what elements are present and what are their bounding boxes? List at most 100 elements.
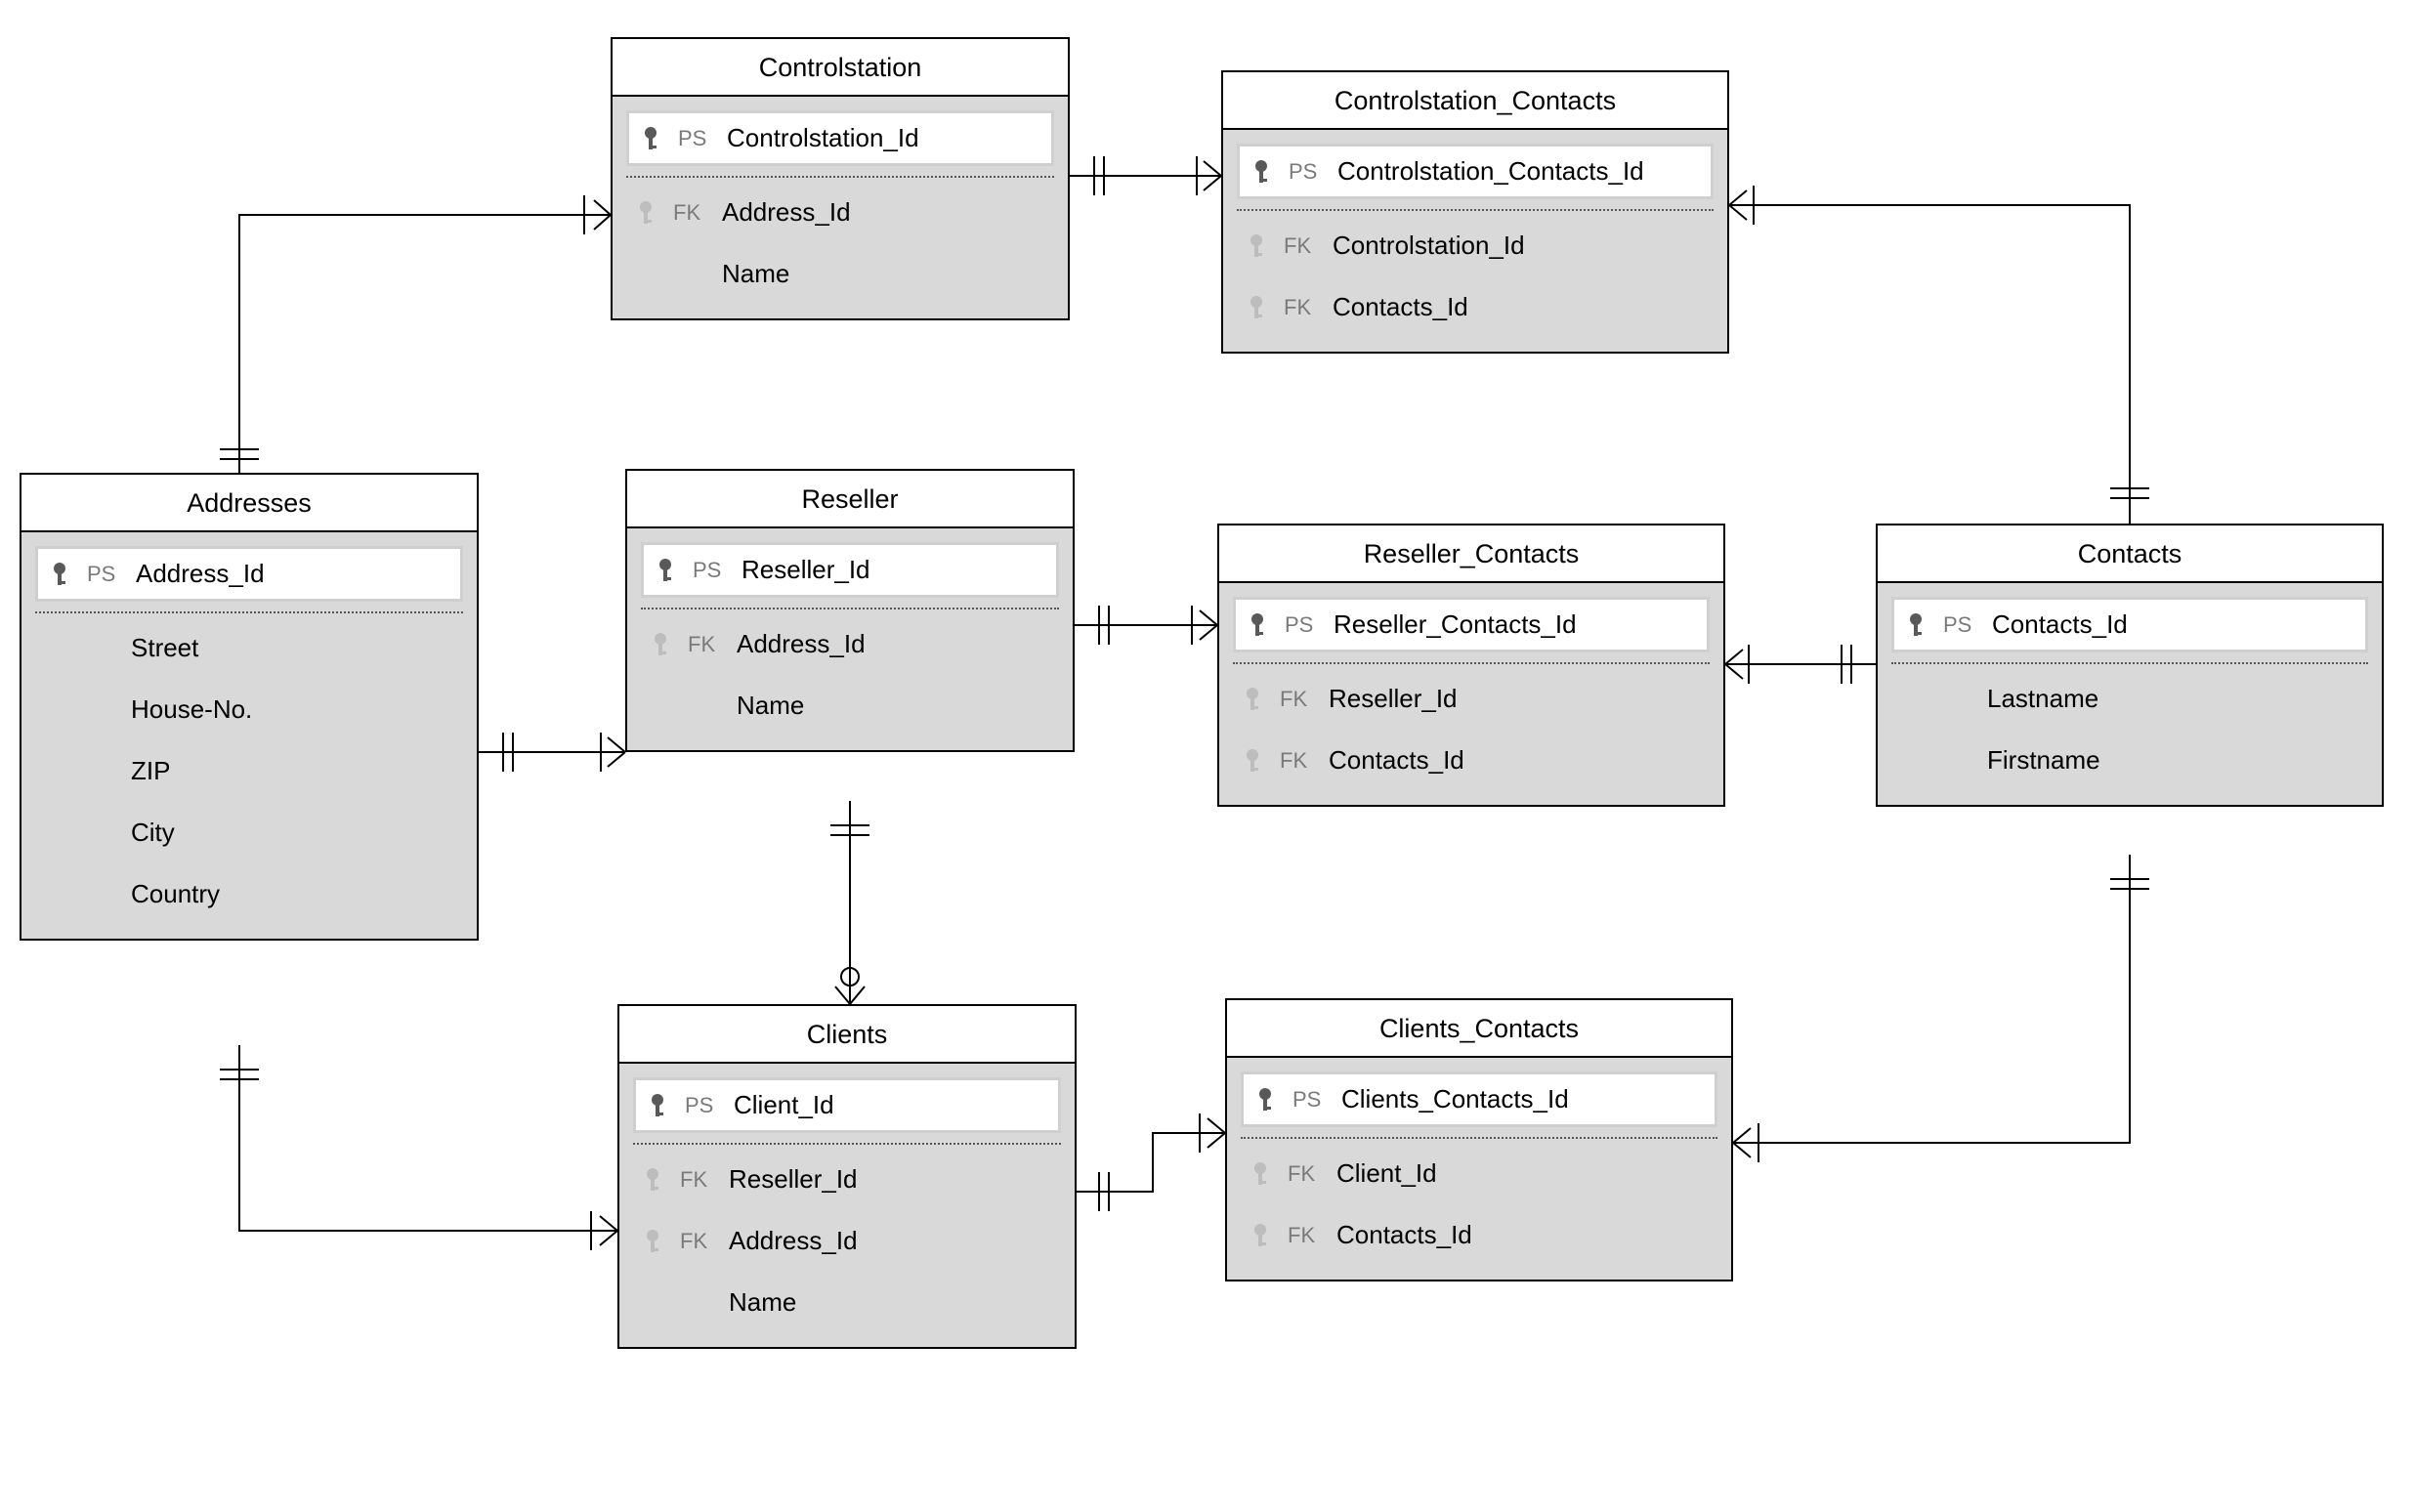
column-name: Controlstation_Contacts_Id <box>1337 156 1703 187</box>
key-type-label: PS <box>693 558 728 583</box>
column-name: Firstname <box>1987 745 2362 776</box>
column-row: FK Reseller_Id <box>1231 668 1712 730</box>
key-icon <box>656 558 675 583</box>
column-row: ZIP <box>33 740 465 802</box>
column-name: Reseller_Contacts_Id <box>1334 609 1699 640</box>
column-row: FKControlstation_Id <box>1235 215 1716 276</box>
primary-key-row: PSClients_Contacts_Id <box>1241 1071 1717 1127</box>
column-row: Name <box>631 1272 1063 1333</box>
column-name: Contacts_Id <box>1329 745 1704 776</box>
section-divider <box>641 608 1059 609</box>
section-divider <box>626 176 1054 178</box>
primary-key-row: PSClient_Id <box>633 1077 1061 1133</box>
key-icon <box>1247 295 1266 320</box>
column-row: Name <box>639 675 1061 736</box>
key-icon <box>1243 748 1262 774</box>
column-name: Controlstation_Id <box>1333 231 1708 261</box>
entity-title: Addresses <box>21 475 477 532</box>
column-name: Street <box>131 633 457 663</box>
column-name: Reseller_Id <box>741 555 1048 585</box>
column-name: Address_Id <box>737 629 1053 659</box>
column-row: Lastname <box>1889 668 2370 730</box>
key-icon <box>1251 159 1271 185</box>
primary-key-row: PS Reseller_Id <box>641 542 1059 598</box>
key-type-label: FK <box>1288 1223 1323 1248</box>
key-type-label: FK <box>673 200 708 226</box>
section-divider <box>1241 1137 1717 1139</box>
key-icon <box>1247 233 1266 259</box>
column-row: Name <box>624 243 1056 305</box>
column-name: Address_Id <box>136 559 452 589</box>
column-name: Country <box>131 879 457 909</box>
column-name: Name <box>737 691 1053 721</box>
key-type-label: PS <box>678 126 713 151</box>
column-name: Address_Id <box>729 1226 1055 1256</box>
primary-key-row: PS Address_Id <box>35 546 463 602</box>
key-type-label: PS <box>1285 612 1320 638</box>
entity-title: Controlstation_Contacts <box>1223 72 1727 130</box>
key-type-label: FK <box>680 1229 715 1254</box>
erd-canvas: ControlstationPSControlstation_IdFKAddre… <box>0 0 2415 1512</box>
key-type-label: PS <box>1289 159 1324 185</box>
key-icon <box>1248 612 1267 638</box>
column-row: City <box>33 802 465 863</box>
key-icon <box>1906 612 1926 638</box>
column-name: Reseller_Id <box>1329 684 1704 714</box>
column-row: FK Contacts_Id <box>1231 730 1712 791</box>
column-row: FK Address_Id <box>639 613 1061 675</box>
column-row: Firstname <box>1889 730 2370 791</box>
column-name: Contacts_Id <box>1333 292 1708 322</box>
key-type-label: FK <box>1288 1161 1323 1187</box>
column-name: House-No. <box>131 694 457 725</box>
column-name: Contacts_Id <box>1992 609 2357 640</box>
section-divider <box>1891 662 2368 664</box>
column-row: House-No. <box>33 679 465 740</box>
entity-reseller: Reseller PS Reseller_Id FK Address_Id Name <box>625 469 1075 752</box>
primary-key-row: PS Controlstation_Contacts_Id <box>1237 144 1714 199</box>
column-name: Name <box>729 1287 1055 1318</box>
section-divider <box>633 1143 1061 1145</box>
key-icon <box>636 200 656 226</box>
column-row: FK Client_Id <box>1239 1143 1719 1204</box>
entity-title: Clients <box>619 1006 1075 1064</box>
column-name: ZIP <box>131 756 457 786</box>
key-type-label: FK <box>1284 295 1319 320</box>
key-icon <box>1250 1223 1270 1248</box>
key-icon <box>651 632 670 657</box>
section-divider <box>1233 662 1710 664</box>
key-icon <box>1243 687 1262 712</box>
column-name: City <box>131 818 457 848</box>
column-name: Reseller_Id <box>729 1164 1055 1195</box>
entity-reseller-contacts: Reseller_ContactsPSReseller_Contacts_IdF… <box>1217 524 1725 807</box>
section-divider <box>35 611 463 613</box>
column-name: Address_Id <box>722 197 1048 228</box>
entity-clients-contacts: Clients_Contacts PSClients_Contacts_Id FK C… <box>1225 998 1733 1281</box>
key-icon <box>50 562 69 587</box>
column-name: Client_Id <box>1336 1158 1712 1189</box>
column-name: Contacts_Id <box>1336 1220 1712 1250</box>
key-type-label: FK <box>1280 748 1315 774</box>
key-type-label: PS <box>685 1093 720 1118</box>
key-icon <box>641 126 660 151</box>
key-type-label: FK <box>1280 687 1315 712</box>
key-type-label: FK <box>688 632 723 657</box>
primary-key-row: PS Reseller_Contacts_Id <box>1233 597 1710 652</box>
column-row: FK Contacts_Id <box>1239 1204 1719 1266</box>
key-icon <box>648 1093 667 1118</box>
entity-title: Contacts <box>1878 525 2382 583</box>
column-name: Controlstation_Id <box>727 123 1043 153</box>
key-type-label: PS <box>87 562 122 587</box>
entity-clients: Clients PSClient_Id FK Reseller_Id FK Address… <box>617 1004 1077 1349</box>
column-row: Street <box>33 617 465 679</box>
primary-key-row: PS Controlstation_Id <box>626 110 1054 166</box>
column-name: Name <box>722 259 1048 289</box>
column-row: FK Contacts_Id <box>1235 276 1716 338</box>
entity-title: Clients_Contacts <box>1227 1000 1731 1058</box>
column-row: Country <box>33 863 465 925</box>
entity-addresses: Addresses PS Address_Id Street House-No. ZIP C… <box>20 473 479 941</box>
key-type-label: FK <box>680 1167 715 1193</box>
key-type-label: PS <box>1292 1087 1328 1113</box>
column-row: FK Address_Id <box>631 1210 1063 1272</box>
entity-title: Reseller <box>627 471 1073 528</box>
key-type-label: PS <box>1943 612 1978 638</box>
